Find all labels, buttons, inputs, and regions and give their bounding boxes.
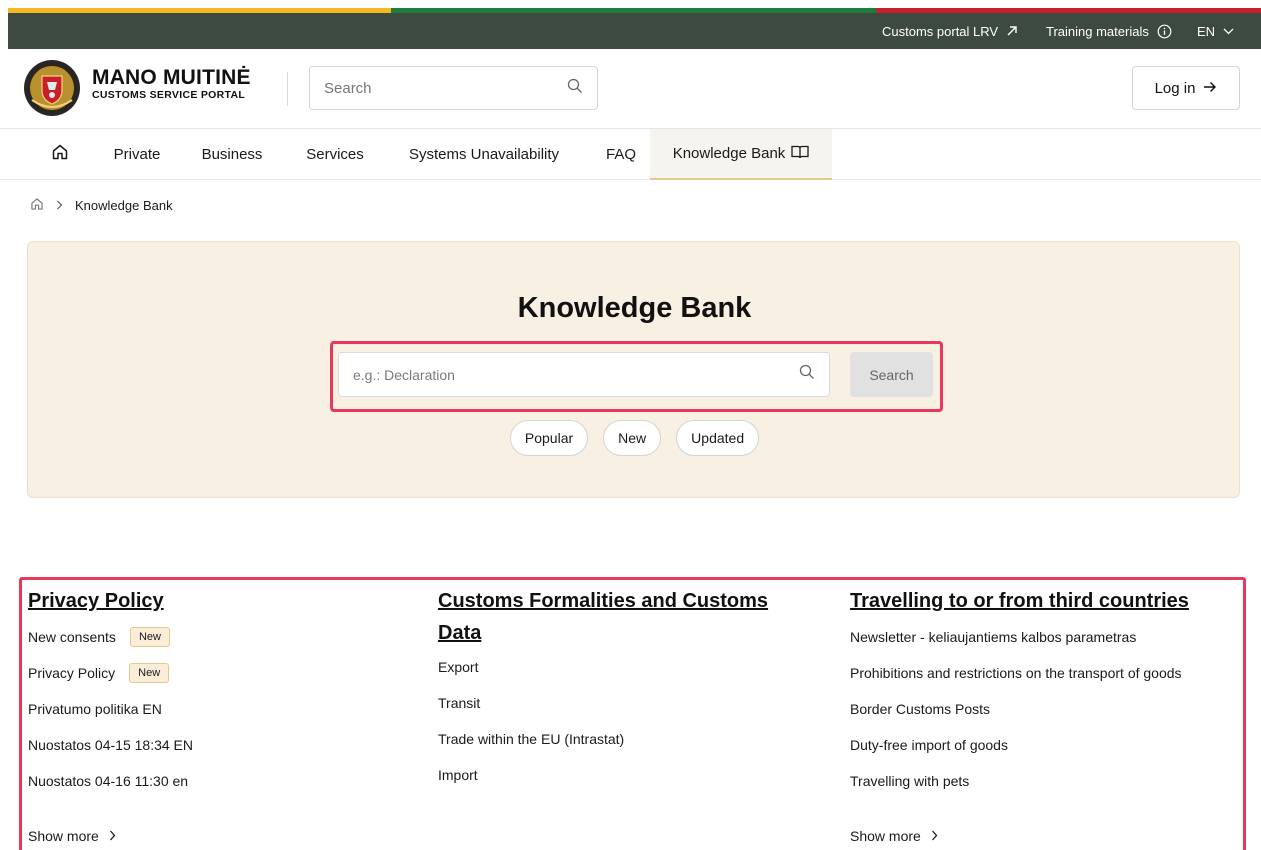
search-icon xyxy=(799,364,815,385)
language-selector[interactable]: EN xyxy=(1197,13,1234,49)
nav-services[interactable]: Services xyxy=(292,129,378,179)
category-title-line1: Customs Formalities and Customs xyxy=(438,590,769,612)
nav-systems-unavailability[interactable]: Systems Unavailability xyxy=(395,129,573,179)
show-more-label: Show more xyxy=(28,828,99,844)
nav-knowledge-bank-label: Knowledge Bank xyxy=(672,145,786,162)
show-more-label: Show more xyxy=(850,828,921,844)
filter-chips: Popular New Updated xyxy=(28,420,1241,456)
knowledge-search-input[interactable]: e.g.: Declaration xyxy=(338,352,830,397)
list-item-label: Privacy Policy xyxy=(28,665,116,681)
chevron-right-icon xyxy=(931,828,938,844)
chip-popular[interactable]: Popular xyxy=(509,420,589,456)
nav-private[interactable]: Private xyxy=(102,129,172,179)
home-icon xyxy=(51,143,69,165)
category-travelling: Travelling to or from third countries Ne… xyxy=(850,580,1240,844)
category-title[interactable]: Privacy Policy xyxy=(28,585,408,617)
nav-home[interactable] xyxy=(40,129,80,179)
list-item[interactable]: Nuostatos 04-15 18:34 EN xyxy=(28,727,408,763)
top-bar: Customs portal LRV Training materials EN xyxy=(8,13,1261,49)
chip-updated[interactable]: Updated xyxy=(676,420,760,456)
list-item-label: New consents xyxy=(28,629,116,645)
list-item[interactable]: Privacy Policy New xyxy=(28,655,408,691)
list-item[interactable]: Duty-free import of goods xyxy=(850,727,1240,763)
list-item[interactable]: New consents New xyxy=(28,619,408,655)
breadcrumb-current: Knowledge Bank xyxy=(75,197,173,213)
external-link-icon xyxy=(1006,25,1018,37)
list-item[interactable]: Border Customs Posts xyxy=(850,691,1240,727)
category-title[interactable]: Customs Formalities and Customs Data xyxy=(438,585,818,649)
category-privacy-policy: Privacy Policy New consents New Privacy … xyxy=(28,580,408,844)
site-header: MANO MUITINĖ CUSTOMS SERVICE PORTAL Sear… xyxy=(0,49,1261,129)
customs-portal-label: Customs portal LRV xyxy=(882,23,999,39)
header-search-placeholder: Search xyxy=(324,79,372,97)
category-title[interactable]: Travelling to or from third countries xyxy=(850,585,1240,617)
knowledge-search-placeholder: e.g.: Declaration xyxy=(353,366,455,383)
category-title-line2: Data xyxy=(438,622,482,644)
login-button[interactable]: Log in xyxy=(1132,66,1240,110)
new-badge: New xyxy=(129,627,170,647)
main-nav: Private Business Services Systems Unavai… xyxy=(0,129,1261,180)
breadcrumb-home-icon[interactable] xyxy=(30,197,44,214)
list-item[interactable]: Travelling with pets xyxy=(850,763,1240,799)
nav-knowledge-bank[interactable]: Knowledge Bank xyxy=(650,129,832,180)
list-item[interactable]: Newsletter - keliaujantiems kalbos param… xyxy=(850,619,1240,655)
training-materials-link[interactable]: Training materials xyxy=(1046,13,1172,49)
customs-portal-link[interactable]: Customs portal LRV xyxy=(882,13,1018,49)
info-icon xyxy=(1157,24,1172,39)
breadcrumb: Knowledge Bank xyxy=(30,196,173,214)
list-item[interactable]: Privatumo politika EN xyxy=(28,691,408,727)
logo-wordmark[interactable]: MANO MUITINĖ CUSTOMS SERVICE PORTAL xyxy=(92,66,251,102)
nav-business[interactable]: Business xyxy=(190,129,274,179)
list-item[interactable]: Export xyxy=(438,649,818,685)
list-item[interactable]: Nuostatos 04-16 11:30 en xyxy=(28,763,408,799)
categories-section: Privacy Policy New consents New Privacy … xyxy=(19,577,1246,850)
show-more-link[interactable]: Show more xyxy=(28,828,116,844)
login-label: Log in xyxy=(1154,79,1196,97)
list-item[interactable]: Import xyxy=(438,757,818,793)
logo-divider xyxy=(287,72,288,106)
search-icon[interactable] xyxy=(567,78,583,99)
new-badge: New xyxy=(129,663,170,683)
show-more-link[interactable]: Show more xyxy=(850,828,938,844)
chip-new[interactable]: New xyxy=(603,420,662,456)
logo-subtitle: CUSTOMS SERVICE PORTAL xyxy=(92,89,246,101)
chevron-right-icon xyxy=(56,198,63,213)
book-icon xyxy=(791,145,809,163)
logo-title: MANO MUITINĖ xyxy=(92,66,251,89)
customs-emblem-logo[interactable] xyxy=(24,60,80,116)
training-materials-label: Training materials xyxy=(1046,23,1149,39)
list-item[interactable]: Transit xyxy=(438,685,818,721)
chevron-down-icon xyxy=(1223,28,1234,35)
knowledge-search-button[interactable]: Search xyxy=(850,352,933,397)
list-item[interactable]: Prohibitions and restrictions on the tra… xyxy=(850,655,1240,691)
language-label: EN xyxy=(1197,23,1216,39)
hero-search-highlight: e.g.: Declaration Search xyxy=(330,341,943,412)
chevron-right-icon xyxy=(109,828,116,844)
header-search-input[interactable]: Search xyxy=(309,66,598,110)
knowledge-bank-hero: Knowledge Bank e.g.: Declaration Search … xyxy=(27,241,1240,498)
arrow-right-icon xyxy=(1203,80,1217,97)
nav-faq[interactable]: FAQ xyxy=(597,129,645,179)
page-title: Knowledge Bank xyxy=(517,292,752,324)
list-item[interactable]: Trade within the EU (Intrastat) xyxy=(438,721,818,757)
category-customs-formalities: Customs Formalities and Customs Data Exp… xyxy=(438,580,818,793)
